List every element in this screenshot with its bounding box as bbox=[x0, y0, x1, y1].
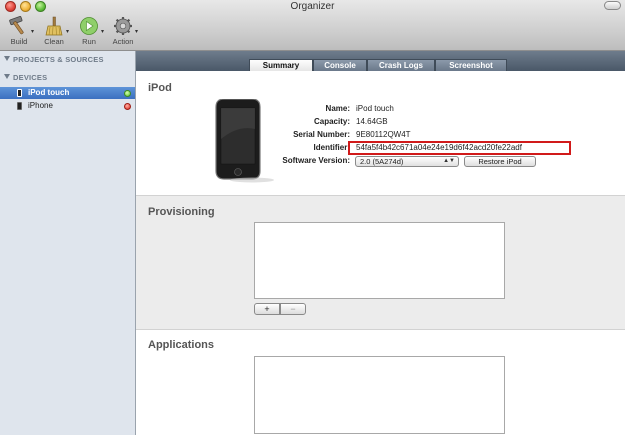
provisioning-heading: Provisioning bbox=[148, 206, 215, 218]
titlebar: Organizer ▾ Build ▾ Clean ▾ Run ▾ Action bbox=[0, 0, 625, 51]
build-menu-caret[interactable]: ▾ bbox=[31, 28, 34, 35]
build-button[interactable]: ▾ Build bbox=[4, 16, 34, 46]
applications-heading: Applications bbox=[148, 339, 215, 351]
serial-number-value: 9E80112QW4T bbox=[356, 130, 411, 139]
tab-summary[interactable]: Summary bbox=[249, 59, 313, 71]
tab-console[interactable]: Console bbox=[313, 59, 367, 71]
tab-bar: Summary Console Crash Logs Screenshot bbox=[136, 51, 625, 71]
organizer-window: Organizer ▾ Build ▾ Clean ▾ Run ▾ Action… bbox=[0, 0, 625, 435]
iphone-device-icon bbox=[17, 102, 22, 110]
name-label: Name: bbox=[325, 104, 350, 113]
clean-button[interactable]: ▾ Clean bbox=[39, 16, 69, 46]
ipod-device-icon bbox=[17, 89, 22, 97]
build-label: Build bbox=[10, 37, 28, 46]
provisioning-profiles-list[interactable] bbox=[254, 222, 505, 299]
action-button[interactable]: ▾ Action bbox=[108, 16, 138, 46]
clean-label: Clean bbox=[44, 37, 64, 46]
name-value: iPod touch bbox=[356, 104, 394, 113]
identifier-label: Identifier: bbox=[313, 143, 350, 152]
run-play-icon bbox=[80, 17, 98, 35]
run-label: Run bbox=[82, 37, 96, 46]
gear-icon bbox=[114, 17, 132, 35]
remove-profile-button[interactable]: − bbox=[280, 303, 306, 315]
projects-sources-header: PROJECTS & SOURCES bbox=[13, 55, 104, 64]
tab-screenshot[interactable]: Screenshot bbox=[435, 59, 507, 71]
tab-crash-logs[interactable]: Crash Logs bbox=[367, 59, 435, 71]
action-menu-caret[interactable]: ▾ bbox=[135, 28, 138, 35]
software-version-label: Software Version: bbox=[282, 156, 350, 165]
main-content: Summary Console Crash Logs Screenshot iP… bbox=[136, 51, 625, 435]
restore-ipod-button[interactable]: Restore iPod bbox=[464, 156, 536, 167]
sidebar-item-ipod-touch[interactable]: iPod touch bbox=[0, 87, 135, 99]
run-menu-caret[interactable]: ▾ bbox=[101, 28, 104, 35]
devices-header: DEVICES bbox=[13, 73, 48, 82]
software-version-value: 2.0 (5A274d) bbox=[360, 157, 404, 166]
window-title: Organizer bbox=[290, 1, 335, 12]
clean-menu-caret[interactable]: ▾ bbox=[66, 28, 69, 35]
sidebar-item-iphone[interactable]: iPhone bbox=[0, 100, 135, 112]
capacity-value: 14.64GB bbox=[356, 117, 388, 126]
disclosure-triangle-icon[interactable] bbox=[4, 74, 10, 79]
add-profile-button[interactable]: + bbox=[254, 303, 280, 315]
hammer-icon bbox=[9, 16, 24, 35]
devices-group[interactable]: DEVICES bbox=[4, 73, 47, 82]
connected-status-icon bbox=[124, 90, 131, 97]
serial-number-label: Serial Number: bbox=[293, 130, 350, 139]
projects-sources-group[interactable]: PROJECTS & SOURCES bbox=[4, 55, 104, 64]
broom-icon bbox=[45, 16, 63, 36]
disclosure-triangle-icon[interactable] bbox=[4, 56, 10, 61]
software-version-select[interactable]: 2.0 (5A274d) ▲▼ bbox=[355, 156, 459, 167]
identifier-highlight-box bbox=[348, 141, 571, 155]
updown-arrows-icon: ▲▼ bbox=[443, 158, 455, 164]
applications-list[interactable] bbox=[254, 356, 505, 434]
capacity-label: Capacity: bbox=[313, 117, 350, 126]
toolbar-toggle-button[interactable] bbox=[604, 1, 621, 10]
error-status-icon bbox=[124, 103, 131, 110]
action-label: Action bbox=[112, 37, 134, 46]
run-button[interactable]: ▾ Run bbox=[74, 16, 104, 46]
device-label: iPod touch bbox=[28, 88, 70, 97]
device-heading: iPod bbox=[148, 82, 172, 94]
sidebar: PROJECTS & SOURCES DEVICES iPod touch iP… bbox=[0, 51, 136, 435]
device-label: iPhone bbox=[28, 101, 53, 110]
